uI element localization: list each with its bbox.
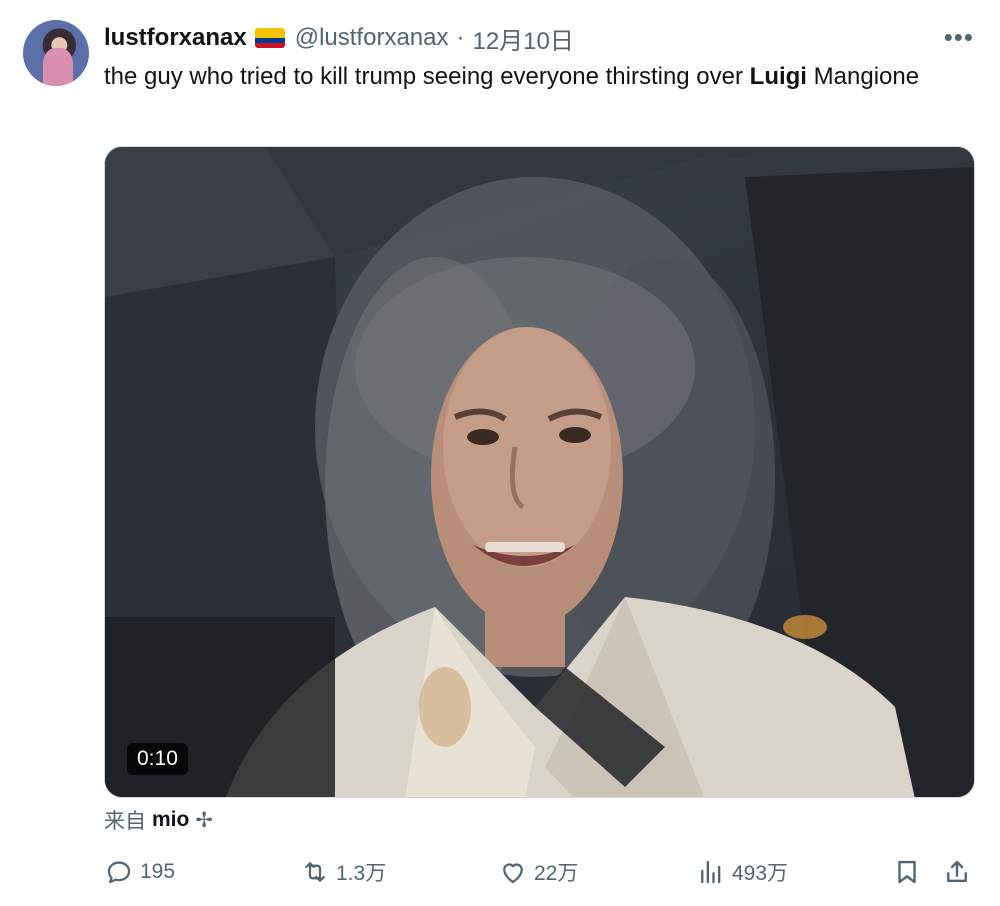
bookmark-button[interactable] — [892, 852, 922, 892]
tweet-text-part: the guy who tried to kill trump seeing e… — [104, 63, 750, 90]
views-button[interactable]: 493万 — [696, 852, 788, 892]
avatar[interactable] — [23, 20, 89, 86]
source-label: 来自 mio ✢ — [104, 805, 213, 835]
tweet-date[interactable]: 12月10日 — [472, 21, 573, 56]
share-icon — [947, 860, 967, 882]
share-button[interactable] — [942, 852, 972, 892]
more-options-icon[interactable]: ••• — [944, 24, 974, 50]
avatar-figure — [43, 48, 73, 86]
colombia-flag-icon — [254, 28, 285, 48]
tweet-card: lustforxanax @lustforxanax · 12月10日 ••• … — [0, 0, 1000, 906]
action-bar: 195 1.3万 22万 493万 — [104, 852, 980, 892]
views-count: 493万 — [732, 862, 789, 885]
analytics-icon — [701, 860, 721, 884]
retweet-icon — [305, 862, 325, 882]
like-button[interactable]: 22万 — [498, 852, 578, 892]
source-prefix: 来自 — [104, 810, 146, 833]
tweet-text-bold: Luigi — [749, 63, 807, 90]
display-name[interactable]: lustforxanax — [104, 24, 247, 52]
source-suffix: ✢ — [195, 808, 213, 832]
user-handle[interactable]: @lustforxanax — [295, 24, 449, 52]
retweet-count: 1.3万 — [336, 862, 387, 885]
tweet-text: the guy who tried to kill trump seeing e… — [104, 60, 924, 94]
tweet-text-part: Mangione — [806, 63, 920, 90]
like-count: 22万 — [534, 862, 579, 885]
bookmark-icon — [898, 860, 916, 884]
heart-icon — [503, 863, 523, 884]
video-duration: 0:10 — [127, 743, 188, 775]
video-player[interactable]: 0:10 — [104, 146, 975, 798]
separator-dot: · — [456, 24, 465, 51]
reply-count: 195 — [140, 860, 176, 883]
comment-icon — [107, 861, 131, 884]
tweet-header: lustforxanax @lustforxanax · 12月10日 — [104, 21, 574, 56]
video-frame — [105, 147, 974, 797]
reply-button[interactable]: 195 — [104, 852, 175, 892]
retweet-button[interactable]: 1.3万 — [300, 852, 386, 892]
source-name[interactable]: mio — [152, 808, 189, 832]
